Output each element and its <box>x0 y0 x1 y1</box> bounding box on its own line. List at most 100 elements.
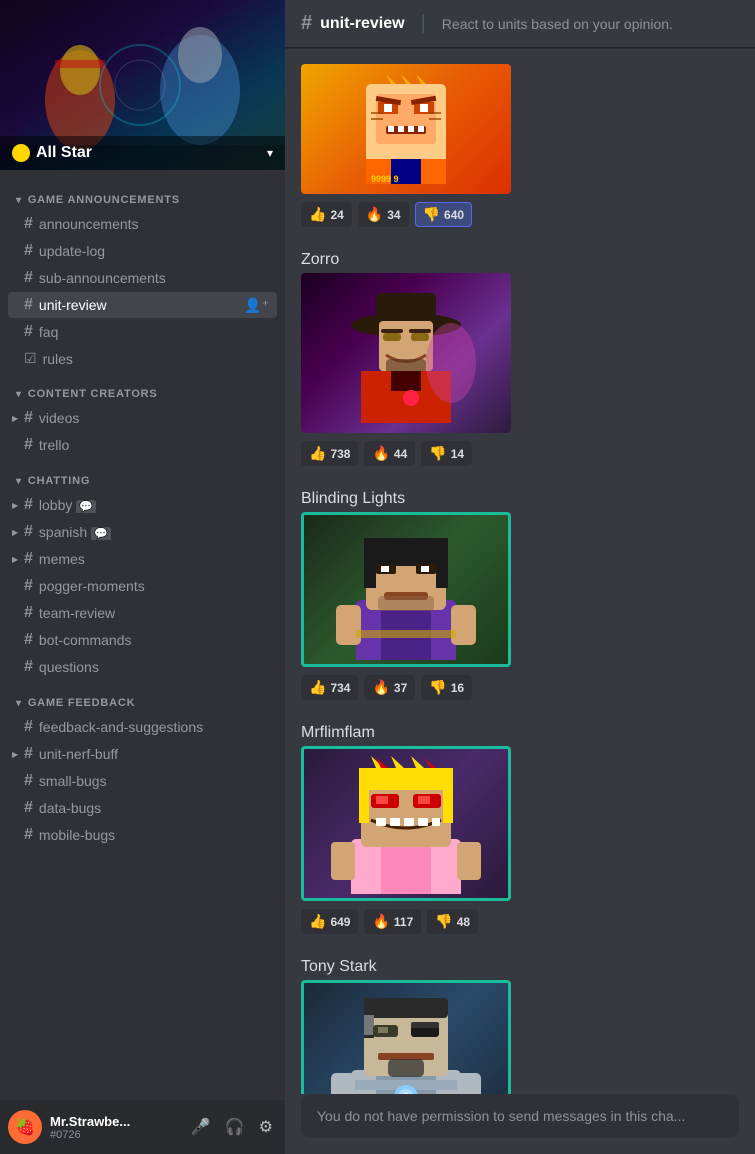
channel-faq[interactable]: # faq <box>8 319 277 345</box>
hash-icon: # <box>24 296 33 314</box>
hash-icon: # <box>24 496 33 514</box>
channel-announcements[interactable]: # announcements <box>8 211 277 237</box>
unit-image-blinding <box>301 512 511 667</box>
thumbsdown-emoji: 👎 <box>429 679 446 696</box>
channel-unit-nerf-buff[interactable]: # unit-nerf-buff <box>8 741 277 767</box>
category-arrow-icon: ▾ <box>16 389 22 400</box>
unit-card-first: 9999 9 👍 24 🔥 34 👎 640 <box>301 64 739 227</box>
hash-icon: # <box>24 745 33 763</box>
hash-icon: # <box>24 799 33 817</box>
channel-trello[interactable]: # trello <box>8 432 277 458</box>
user-info: Mr.Strawbe... #0726 <box>50 1114 179 1141</box>
reaction-thumbsdown[interactable]: 👎 640 <box>415 202 472 227</box>
channel-header-hash-icon: # <box>301 12 312 35</box>
hash-icon: # <box>24 658 33 676</box>
reaction-fire-mrflimflam[interactable]: 🔥 117 <box>364 909 421 934</box>
channels-list: ▾ GAME ANNOUNCEMENTS # announcements # u… <box>0 170 285 1100</box>
channel-header: # unit-review | React to units based on … <box>285 0 755 48</box>
svg-text:9999 9: 9999 9 <box>371 174 399 184</box>
thumbsdown-emoji: 👎 <box>423 206 440 223</box>
sidebar: All Star ▾ ▾ GAME ANNOUNCEMENTS # announ… <box>0 0 285 1154</box>
thumbsup-emoji: 👍 <box>309 206 326 223</box>
channel-data-bugs[interactable]: # data-bugs <box>8 795 277 821</box>
channel-pogger-moments[interactable]: # pogger-moments <box>8 573 277 599</box>
reaction-fire-blinding[interactable]: 🔥 37 <box>364 675 415 700</box>
no-permission-message: You do not have permission to send messa… <box>301 1094 739 1138</box>
category-arrow-icon: ▾ <box>16 195 22 206</box>
channel-lobby[interactable]: # lobby 💬 <box>8 492 277 518</box>
unit-card-tony-stark: Tony Stark <box>301 958 739 1094</box>
hash-icon: # <box>24 269 33 287</box>
checkbox-icon: ☑ <box>24 350 37 367</box>
channel-bot-commands[interactable]: # bot-commands <box>8 627 277 653</box>
thumbsup-emoji: 👍 <box>309 445 326 462</box>
channel-videos[interactable]: # videos <box>8 405 277 431</box>
hash-icon: # <box>24 604 33 622</box>
unit-card-zorro: Zorro <box>301 251 739 466</box>
fire-emoji: 🔥 <box>372 445 389 462</box>
add-user-icon[interactable]: 👤⁺ <box>244 297 269 314</box>
hash-icon: # <box>24 523 33 541</box>
unit-label-blinding: Blinding Lights <box>301 490 739 508</box>
category-game-feedback[interactable]: ▾ GAME FEEDBACK <box>0 681 285 713</box>
avatar: 🍓 <box>8 1110 42 1144</box>
channel-mobile-bugs[interactable]: # mobile-bugs <box>8 822 277 848</box>
server-name-bar[interactable]: All Star ▾ <box>0 136 285 170</box>
unit-image-first: 9999 9 <box>301 64 511 194</box>
unit-label-mrflimflam: Mrflimflam <box>301 724 739 742</box>
mute-button[interactable]: 🎤 <box>187 1113 215 1141</box>
unit-image-mrflimflam <box>301 746 511 901</box>
category-chatting[interactable]: ▾ CHATTING <box>0 459 285 491</box>
reactions-first: 👍 24 🔥 34 👎 640 <box>301 202 739 227</box>
server-dropdown-icon[interactable]: ▾ <box>267 146 273 160</box>
unit-label-tony: Tony Stark <box>301 958 739 976</box>
reaction-fire[interactable]: 🔥 34 <box>358 202 409 227</box>
hash-icon: # <box>24 323 33 341</box>
channel-questions[interactable]: # questions <box>8 654 277 680</box>
channel-sub-announcements[interactable]: # sub-announcements <box>8 265 277 291</box>
hash-icon: # <box>24 409 33 427</box>
unit-label-zorro: Zorro <box>301 251 739 269</box>
input-area: You do not have permission to send messa… <box>285 1094 755 1154</box>
reaction-thumbsup-zorro[interactable]: 👍 738 <box>301 441 358 466</box>
fire-emoji: 🔥 <box>366 206 383 223</box>
reaction-thumbsup[interactable]: 👍 24 <box>301 202 352 227</box>
unit-card-blinding-lights: Blinding Lights <box>301 490 739 700</box>
thumbsup-emoji: 👍 <box>309 913 326 930</box>
user-controls: 🎤 🎧 ⚙ <box>187 1113 277 1141</box>
channel-update-log[interactable]: # update-log <box>8 238 277 264</box>
user-area: 🍓 Mr.Strawbe... #0726 🎤 🎧 ⚙ <box>0 1100 285 1154</box>
channel-memes[interactable]: # memes <box>8 546 277 572</box>
hash-icon: # <box>24 826 33 844</box>
reaction-thumbsdown-zorro[interactable]: 👎 14 <box>421 441 472 466</box>
channel-header-divider: | <box>421 12 426 35</box>
reaction-thumbsup-mrflimflam[interactable]: 👍 649 <box>301 909 358 934</box>
reactions-mrflimflam: 👍 649 🔥 117 👎 48 <box>301 909 739 934</box>
unit-image-tony <box>301 980 511 1094</box>
channel-spanish[interactable]: # spanish 💬 <box>8 519 277 545</box>
channel-team-review[interactable]: # team-review <box>8 600 277 626</box>
reaction-fire-zorro[interactable]: 🔥 44 <box>364 441 415 466</box>
server-header[interactable]: All Star ▾ <box>0 0 285 170</box>
hash-icon: # <box>24 718 33 736</box>
category-content-creators[interactable]: ▾ CONTENT CREATORS <box>0 372 285 404</box>
server-name: All Star <box>12 144 92 162</box>
unit-image-zorro <box>301 273 511 433</box>
category-game-announcements[interactable]: ▾ GAME ANNOUNCEMENTS <box>0 178 285 210</box>
deafen-button[interactable]: 🎧 <box>221 1113 249 1141</box>
thumbsdown-emoji: 👎 <box>435 913 452 930</box>
channel-header-name: unit-review <box>320 15 404 33</box>
fire-emoji: 🔥 <box>372 679 389 696</box>
channel-feedback-and-suggestions[interactable]: # feedback-and-suggestions <box>8 714 277 740</box>
channel-rules[interactable]: ☑ rules <box>8 346 277 371</box>
unit-card-mrflimflam: Mrflimflam <box>301 724 739 934</box>
main-content: # unit-review | React to units based on … <box>285 0 755 1154</box>
channel-unit-review[interactable]: # unit-review 👤⁺ <box>8 292 277 318</box>
reaction-thumbsup-blinding[interactable]: 👍 734 <box>301 675 358 700</box>
settings-button[interactable]: ⚙ <box>255 1113 277 1141</box>
reaction-thumbsdown-blinding[interactable]: 👎 16 <box>421 675 472 700</box>
channel-small-bugs[interactable]: # small-bugs <box>8 768 277 794</box>
category-arrow-icon: ▾ <box>16 476 22 487</box>
channel-header-description: React to units based on your opinion. <box>442 16 673 32</box>
reaction-thumbsdown-mrflimflam[interactable]: 👎 48 <box>427 909 478 934</box>
